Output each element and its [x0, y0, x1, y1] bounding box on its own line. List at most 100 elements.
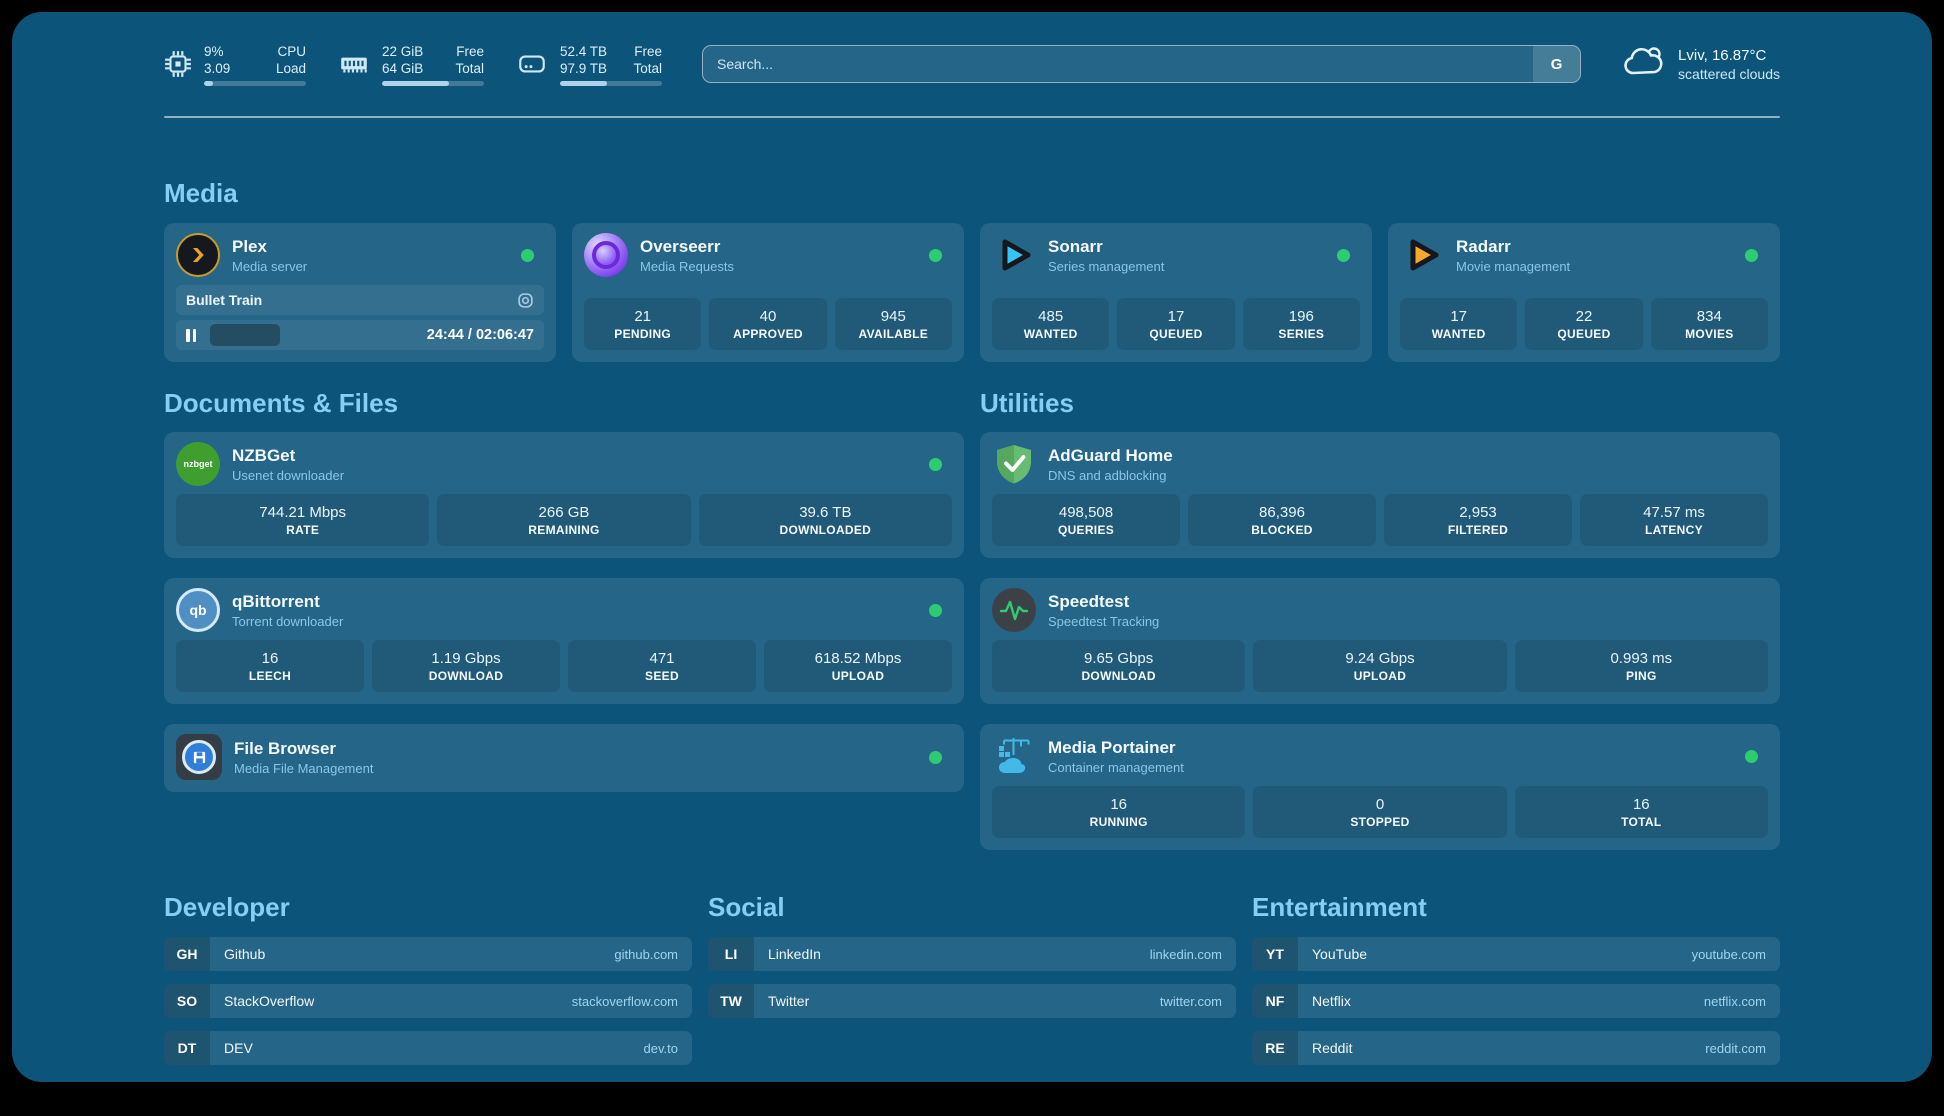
stat-tile: 0STOPPED	[1253, 786, 1506, 838]
cpu-stat: 9%CPU 3.09Load	[164, 43, 306, 86]
stat-tile: 9.24 GbpsUPLOAD	[1253, 640, 1506, 692]
bookmark-abbr: RE	[1252, 1031, 1298, 1065]
bookmark-name: Twitter	[768, 993, 809, 1009]
weather-widget: Lviv, 16.87°C scattered clouds	[1621, 43, 1780, 86]
cloud-icon	[1621, 43, 1665, 86]
now-playing-progressbar: 24:44 / 02:06:47	[176, 320, 544, 350]
bookmark-group-entertainment: Entertainment YT YouTubeyoutube.com NF N…	[1252, 892, 1780, 1065]
bookmark-group-developer: Developer GH Githubgithub.com SO StackOv…	[164, 892, 692, 1065]
bookmark-abbr: YT	[1252, 937, 1298, 971]
section-heading-documents: Documents & Files	[164, 388, 964, 419]
qbittorrent-icon: qb	[176, 588, 220, 632]
documents-column: Documents & Files nzbget NZBGet Usenet d…	[164, 388, 964, 792]
stat-tile: 16RUNNING	[992, 786, 1245, 838]
memory-stat: 22 GiBFree 64 GiBTotal	[338, 43, 484, 86]
bookmark-abbr: SO	[164, 984, 210, 1018]
service-title: AdGuard Home	[1048, 446, 1173, 466]
stat-tile: 17WANTED	[1400, 298, 1517, 350]
stat-tile: 945AVAILABLE	[835, 298, 952, 350]
stat-tile: 16LEECH	[176, 640, 364, 692]
stat-tile: 834MOVIES	[1651, 298, 1768, 350]
service-card-filebrowser[interactable]: File Browser Media File Management	[164, 724, 964, 792]
stat-tile: 22QUEUED	[1525, 298, 1642, 350]
stat-tile: 86,396BLOCKED	[1188, 494, 1376, 546]
cpu-label: CPU	[277, 43, 306, 60]
search-engine-button[interactable]: G	[1533, 46, 1580, 82]
status-dot	[929, 604, 942, 617]
stat-tile: 17QUEUED	[1117, 298, 1234, 350]
weather-description: scattered clouds	[1678, 65, 1780, 83]
service-card-radarr[interactable]: Radarr Movie management 17WANTED 22QUEUE…	[1388, 223, 1780, 362]
service-subtitle: Container management	[1048, 760, 1184, 775]
bookmark-name: Github	[224, 946, 265, 962]
status-dot	[929, 249, 942, 262]
bookmark-github[interactable]: GH Githubgithub.com	[164, 937, 692, 971]
bookmark-netflix[interactable]: NF Netflixnetflix.com	[1252, 984, 1780, 1018]
stat-tile: 618.52 MbpsUPLOAD	[764, 640, 952, 692]
disk-stat: 52.4 TBFree 97.9 TBTotal	[516, 43, 662, 86]
service-subtitle: Usenet downloader	[232, 468, 344, 483]
status-dot	[1745, 750, 1758, 763]
now-playing-time: 24:44 / 02:06:47	[427, 327, 534, 343]
now-playing-title-row: Bullet Train	[176, 285, 544, 315]
bookmark-name: YouTube	[1312, 946, 1367, 962]
system-stats: 9%CPU 3.09Load 22 GiBFree 64 GiBTotal	[164, 43, 662, 86]
ram-icon	[338, 50, 370, 78]
mem-free-label: Free	[456, 43, 484, 60]
bookmark-stackoverflow[interactable]: SO StackOverflowstackoverflow.com	[164, 984, 692, 1018]
bookmark-url: stackoverflow.com	[572, 994, 678, 1009]
status-dot	[521, 249, 534, 262]
mem-total-label: Total	[455, 60, 484, 77]
bookmark-name: LinkedIn	[768, 946, 821, 962]
stat-tile: 485WANTED	[992, 298, 1109, 350]
service-subtitle: DNS and adblocking	[1048, 468, 1173, 483]
stat-tile: 498,508QUERIES	[992, 494, 1180, 546]
status-dot	[1745, 249, 1758, 262]
service-card-nzbget[interactable]: nzbget NZBGet Usenet downloader 744.21 M…	[164, 432, 964, 558]
utilities-column: Utilities AdGuard Home	[980, 388, 1780, 850]
bookmark-group-social: Social LI LinkedInlinkedin.com TW Twitte…	[708, 892, 1236, 1065]
service-title: Media Portainer	[1048, 738, 1184, 758]
bookmark-abbr: TW	[708, 984, 754, 1018]
bookmark-name: DEV	[224, 1040, 253, 1056]
service-title: qBittorrent	[232, 592, 343, 612]
service-subtitle: Torrent downloader	[232, 614, 343, 629]
service-title: NZBGet	[232, 446, 344, 466]
disk-total-value: 97.9 TB	[560, 60, 607, 77]
bookmark-url: github.com	[614, 947, 678, 962]
disk-progressbar	[560, 81, 662, 86]
status-dot	[929, 751, 942, 764]
service-card-speedtest[interactable]: Speedtest Speedtest Tracking 9.65 GbpsDO…	[980, 578, 1780, 704]
bookmark-dev[interactable]: DT DEVdev.to	[164, 1031, 692, 1065]
cpu-load-label: Load	[276, 60, 306, 77]
service-subtitle: Media Requests	[640, 259, 734, 274]
stat-tile: 266 GBREMAINING	[437, 494, 690, 546]
bookmark-youtube[interactable]: YT YouTube youtube.com	[1252, 937, 1780, 971]
service-title: Sonarr	[1048, 237, 1164, 257]
bookmark-linkedin[interactable]: LI LinkedInlinkedin.com	[708, 937, 1236, 971]
service-card-qbittorrent[interactable]: qb qBittorrent Torrent downloader 16LEEC…	[164, 578, 964, 704]
bookmark-url: youtube.com	[1692, 947, 1766, 962]
disk-total-label: Total	[633, 60, 662, 77]
stat-tile: 47.57 msLATENCY	[1580, 494, 1768, 546]
service-card-portainer[interactable]: Media Portainer Container management 16R…	[980, 724, 1780, 850]
service-subtitle: Media File Management	[234, 761, 373, 776]
now-playing-title: Bullet Train	[186, 292, 262, 308]
bookmark-url: linkedin.com	[1150, 947, 1222, 962]
top-bar: 9%CPU 3.09Load 22 GiBFree 64 GiBTotal	[164, 37, 1780, 91]
bookmark-twitter[interactable]: TW Twittertwitter.com	[708, 984, 1236, 1018]
mem-free-value: 22 GiB	[382, 43, 423, 60]
bookmark-abbr: DT	[164, 1031, 210, 1065]
service-card-sonarr[interactable]: Sonarr Series management 485WANTED 17QUE…	[980, 223, 1372, 362]
service-title: Plex	[232, 237, 307, 257]
bookmark-reddit[interactable]: RE Redditreddit.com	[1252, 1031, 1780, 1065]
service-card-plex[interactable]: Plex Media server Bullet Train 24:44 / 0…	[164, 223, 556, 362]
bookmark-abbr: NF	[1252, 984, 1298, 1018]
service-subtitle: Speedtest Tracking	[1048, 614, 1159, 629]
service-card-overseerr[interactable]: Overseerr Media Requests 21PENDING 40APP…	[572, 223, 964, 362]
dashboard: 9%CPU 3.09Load 22 GiBFree 64 GiBTotal	[12, 12, 1932, 1082]
search-input[interactable]	[702, 45, 1581, 83]
stat-tile: 471SEED	[568, 640, 756, 692]
service-card-adguard[interactable]: AdGuard Home DNS and adblocking 498,508Q…	[980, 432, 1780, 558]
speedtest-icon	[992, 588, 1036, 632]
